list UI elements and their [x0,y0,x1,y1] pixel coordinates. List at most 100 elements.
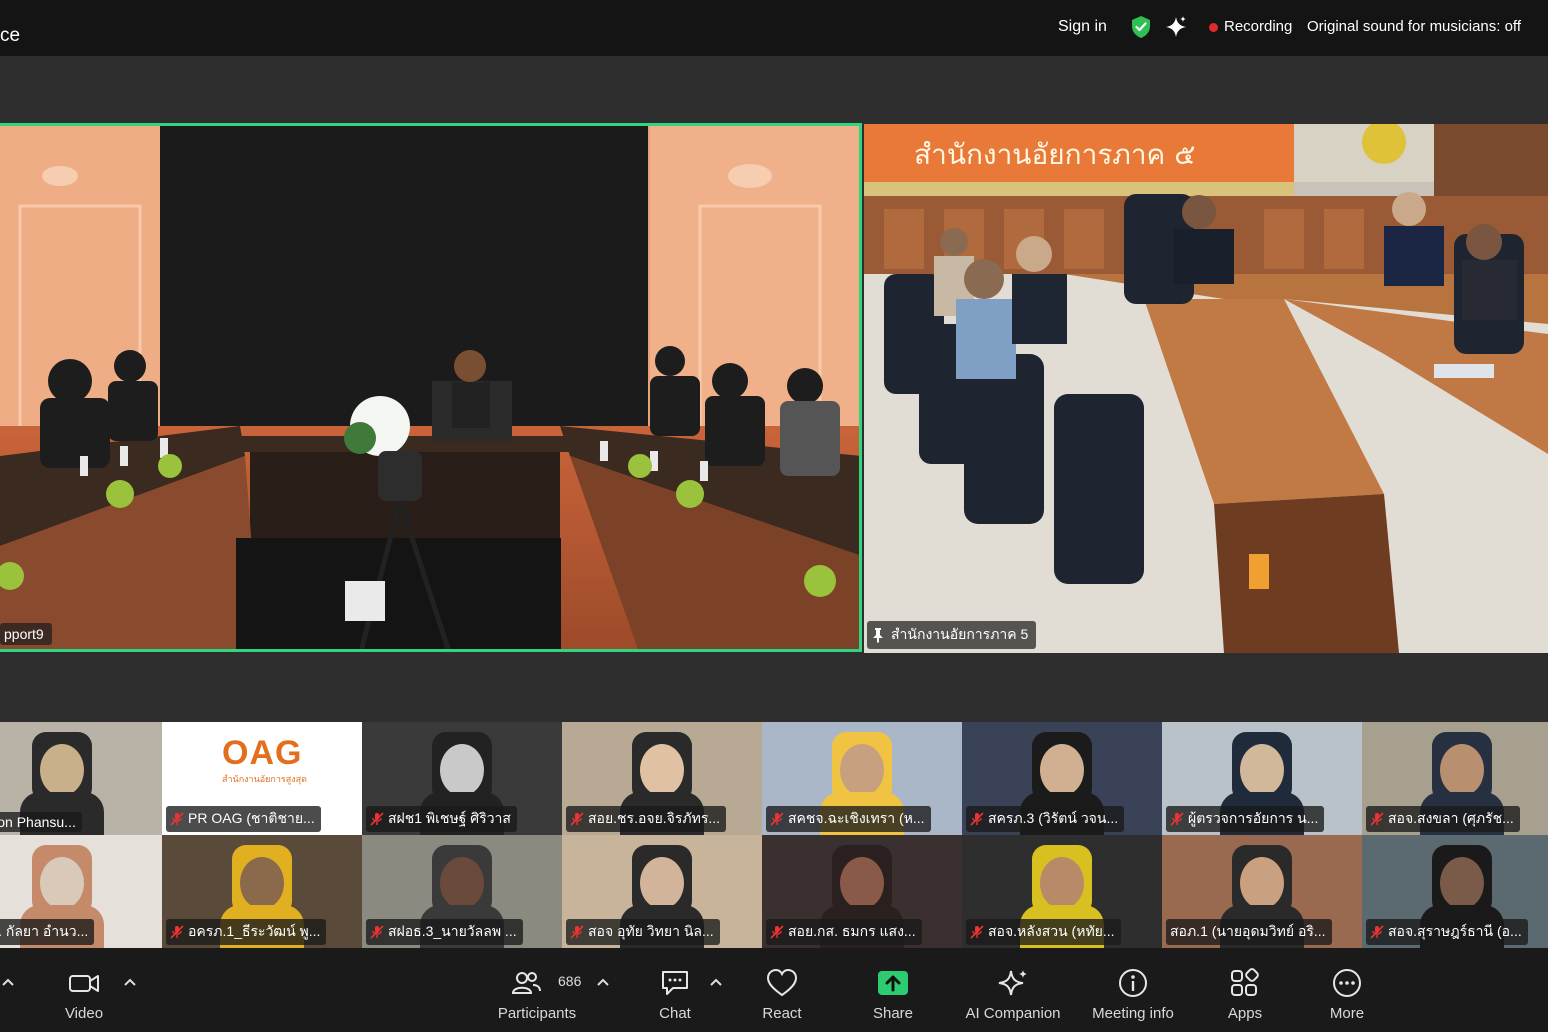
share-screen-icon [878,971,908,995]
sign-in-button[interactable]: Sign in [1058,18,1107,36]
participant-tile[interactable]: สครภ.3 (วิรัตน์ วจน... [962,722,1162,835]
gallery-strip: umpon Phansu... OAG สำนักงานอัยการสูงสุด… [0,722,1548,948]
participant-name: คพช. กัลยา อำนว... [0,923,89,939]
pinned-participant-name: สำนักงานอัยการภาค 5 [891,626,1029,642]
meeting-info-button[interactable]: Meeting info [1086,948,1180,1032]
participant-tile[interactable]: สฝอธ.3_นายวัลลพ ... [362,835,562,948]
participant-tile[interactable]: สอจ.สงขลา (ศุภรัช... [1362,722,1548,835]
share-label: Share [872,1005,914,1022]
participant-name: สอย.ชร.อจย.จิรภัทร... [588,810,721,826]
video-button[interactable]: Video [50,948,118,1032]
pinned-participant-name-tag: สำนักงานอัยการภาค 5 [867,621,1037,649]
participant-name-tag: สคชจ.ฉะเชิงเทรา (ห... [766,806,931,832]
participant-tile[interactable]: สอจ.สุราษฎร์ธานี (อ... [1362,835,1548,948]
participants-button[interactable]: 686 Participants [488,948,586,1032]
react-label: React [762,1005,802,1022]
participant-name: สอจ.สุราษฎร์ธานี (อ... [1388,923,1522,939]
participant-name: อครภ.1_ธีระวัฒน์ พู... [188,923,321,939]
participant-tile[interactable]: สอย.ชร.อจย.จิรภัทร... [562,722,762,835]
participant-tile[interactable]: umpon Phansu... [0,722,162,835]
heart-icon [766,968,798,997]
muted-mic-icon [1370,812,1384,826]
participant-tile[interactable]: คพช. กัลยา อำนว... [0,835,162,948]
muted-mic-icon [170,925,184,939]
ai-companion-button[interactable]: AI Companion [962,948,1064,1032]
participant-name-tag: ผู้ตรวจการอัยการ น... [1166,806,1325,832]
meeting-info-label: Meeting info [1092,1005,1174,1022]
regional-office-scene: สำนักงานอัยการภาค ๕ [864,124,1548,653]
chat-button[interactable]: Chat [645,948,705,1032]
participant-name: PR OAG (ชาติชาย... [188,810,315,826]
chat-bubble-icon [662,971,688,995]
participants-icon [511,972,541,994]
participant-name-tag: สครภ.3 (วิรัตน์ วจน... [966,806,1125,832]
muted-mic-icon [170,812,184,826]
pin-icon [873,628,883,643]
participant-name-tag: สอจ.หลังสวน (หทัย... [966,919,1121,945]
participant-name-tag: สฝช1 พิเชษฐ์ ศิริวาส [366,806,517,832]
conference-room-scene [0,126,859,649]
video-camera-icon [69,975,99,992]
audio-options-caret-icon[interactable] [2,978,14,986]
participant-name-tag: สอภ.1 (นายอุดมวิทย์ อริ... [1166,919,1332,945]
participant-tile[interactable]: OAG สำนักงานอัยการสูงสุด PR OAG (ชาติชาย… [162,722,362,835]
participant-name: สอย.กส. ธมกร แสง... [788,923,916,939]
original-sound-status[interactable]: Original sound for musicians: off [1307,18,1521,35]
participant-name-tag: สอจ อุทัย วิทยา นิล... [566,919,720,945]
participant-tile[interactable]: ผู้ตรวจการอัยการ น... [1162,722,1362,835]
participant-tile[interactable]: อครภ.1_ธีระวัฒน์ พู... [162,835,362,948]
muted-mic-icon [770,812,784,826]
participant-name: สอจ อุทัย วิทยา นิล... [588,923,714,939]
participant-tile[interactable]: สอจ.หลังสวน (หทัย... [962,835,1162,948]
participant-name-tag: คพช. กัลยา อำนว... [0,919,95,945]
participant-tile[interactable]: สฝช1 พิเชษฐ์ ศิริวาส [362,722,562,835]
participant-name: สอภ.1 (นายอุดมวิทย์ อริ... [1170,923,1326,939]
video-options-caret-icon[interactable] [124,978,136,986]
participant-name-tag: umpon Phansu... [0,812,82,832]
participant-name-tag: สอจ.สงขลา (ศุภรัช... [1366,806,1520,832]
recording-indicator[interactable]: Recording [1224,18,1292,35]
participant-name-tag: สอย.กส. ธมกร แสง... [766,919,922,945]
participant-name: ผู้ตรวจการอัยการ น... [1188,810,1319,826]
info-icon [1119,969,1147,997]
apps-label: Apps [1227,1005,1263,1022]
chat-options-caret-icon[interactable] [710,978,722,986]
muted-mic-icon [370,925,384,939]
ai-companion-sparkle-icon [998,970,1027,996]
pinned-participant-video[interactable]: สำนักงานอัยการภาค ๕ สำนักงานอัยการภาค 5 [864,124,1548,653]
participant-name: สอจ.สงขลา (ศุภรัช... [1388,810,1514,826]
participants-count: 686 [558,973,582,989]
apps-grid-icon [1231,968,1259,996]
chat-label: Chat [659,1005,691,1022]
security-shield-icon[interactable] [1130,15,1152,39]
share-button[interactable]: Share [860,948,926,1032]
participant-name-tag: PR OAG (ชาติชาย... [166,806,321,832]
ai-sparkle-icon[interactable] [1164,15,1188,39]
apps-button[interactable]: Apps [1214,948,1276,1032]
participants-label: Participants [497,1005,577,1022]
more-options-icon [1333,969,1361,997]
muted-mic-icon [1170,812,1184,826]
window-title: ce [0,25,21,46]
muted-mic-icon [770,925,784,939]
muted-mic-icon [370,812,384,826]
more-label: More [1329,1005,1365,1022]
participant-tile[interactable]: สคชจ.ฉะเชิงเทรา (ห... [762,722,962,835]
participants-options-caret-icon[interactable] [597,978,609,986]
participant-name: umpon Phansu... [0,814,76,830]
more-button[interactable]: More [1316,948,1378,1032]
office-banner-text: สำนักงานอัยการภาค ๕ [914,138,1195,171]
participant-tile[interactable]: สอจ อุทัย วิทยา นิล... [562,835,762,948]
participant-name-tag: อครภ.1_ธีระวัฒน์ พู... [166,919,327,945]
oag-logo-subtitle: สำนักงานอัยการสูงสุด [222,774,307,784]
participant-tile[interactable]: สอย.กส. ธมกร แสง... [762,835,962,948]
muted-mic-icon [1370,925,1384,939]
meeting-controls-toolbar: Video 686 Participants Chat React Share [0,948,1548,1032]
participant-tile[interactable]: สอภ.1 (นายอุดมวิทย์ อริ... [1162,835,1362,948]
participant-name: สอจ.หลังสวน (หทัย... [988,923,1115,939]
main-speaker-video[interactable]: pport9 [0,123,862,652]
participant-name: สครภ.3 (วิรัตน์ วจน... [988,810,1119,826]
main-speaker-name-tag: pport9 [0,623,52,645]
oag-logo-text: OAG [222,734,303,772]
react-button[interactable]: React [750,948,814,1032]
